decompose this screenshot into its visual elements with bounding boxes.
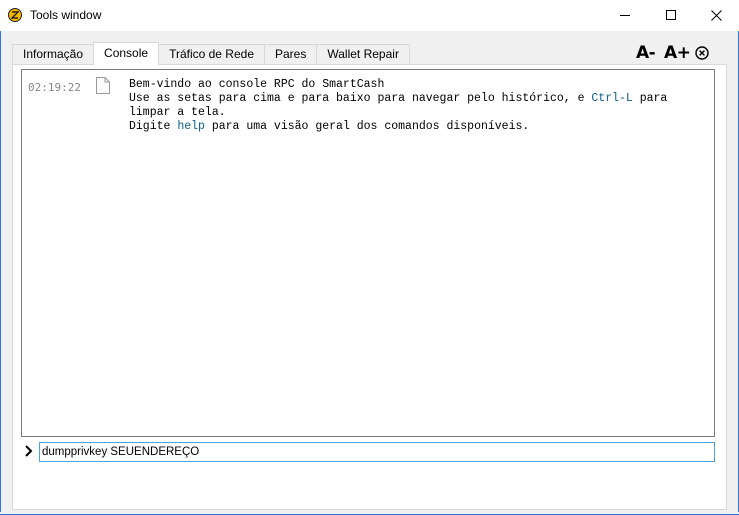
chevron-right-icon <box>24 445 34 460</box>
maximize-button[interactable] <box>648 0 694 30</box>
console-command-input[interactable] <box>39 442 715 462</box>
console-output[interactable]: 02:19:22 Bem-vindo ao console RPC do Sma… <box>21 69 715 437</box>
message-text: Bem-vindo ao console RPC do SmartCash Us… <box>129 78 709 134</box>
clear-console-button[interactable] <box>695 46 709 60</box>
clear-circle-icon <box>695 46 709 60</box>
message-line-text: Use as setas para cima e para baixo para… <box>129 92 592 105</box>
font-decrease-button[interactable]: A- <box>636 43 656 63</box>
app-logo-icon <box>8 8 22 22</box>
keyword-help: help <box>177 120 205 133</box>
close-icon <box>710 9 722 21</box>
close-button[interactable] <box>693 0 739 30</box>
message-line-text: para uma visão geral dos comandos dispon… <box>204 120 530 133</box>
tab-wallet-repair[interactable]: Wallet Repair <box>316 44 410 65</box>
message-line-text: para <box>632 92 668 105</box>
minimize-button[interactable] <box>602 0 648 30</box>
message-timestamp: 02:19:22 <box>28 81 81 94</box>
font-increase-button[interactable]: A+ <box>664 43 691 63</box>
document-icon <box>96 77 110 97</box>
tab-console[interactable]: Console <box>93 42 160 65</box>
tab-bar: Informação Console Tráfico de Rede Pares… <box>12 42 410 65</box>
window-title: Tools window <box>30 8 102 22</box>
minimize-icon <box>620 15 630 16</box>
message-line: Bem-vindo ao console RPC do SmartCash <box>129 78 385 91</box>
tab-trafico-de-rede[interactable]: Tráfico de Rede <box>158 44 265 65</box>
message-line: limpar a tela. <box>129 106 226 119</box>
keyword-ctrl-l: Ctrl-L <box>591 92 633 105</box>
message-line-text: Digite <box>129 120 178 133</box>
tab-pares[interactable]: Pares <box>264 44 318 65</box>
maximize-icon <box>666 10 676 20</box>
tab-informacao[interactable]: Informação <box>12 44 95 65</box>
title-bar[interactable]: Tools window <box>0 0 739 31</box>
